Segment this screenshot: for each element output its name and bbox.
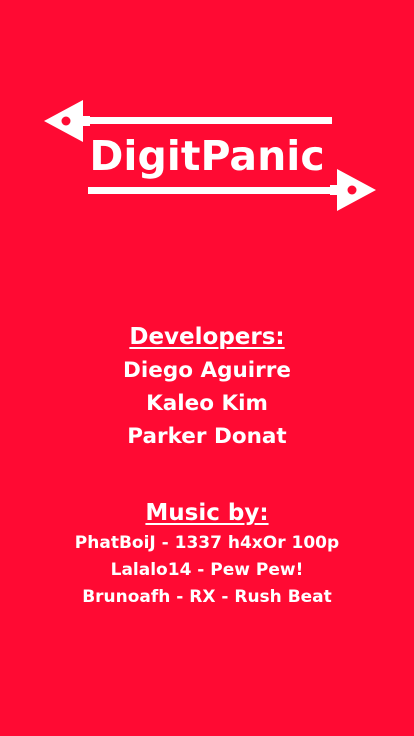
developers-section: Developers: Diego Aguirre Kaleo Kim Park… [0, 321, 414, 453]
left-arrow-dot [61, 116, 71, 126]
right-arrow-dot [347, 185, 357, 195]
logo-arrows [44, 100, 376, 211]
music-heading: Music by: [145, 500, 269, 526]
credits-screen: DigitPanic Developers: Diego Aguirre Kal… [0, 0, 414, 736]
music-section: Music by: PhatBoiJ - 1337 h4xOr 100p Lal… [0, 497, 414, 611]
logo-bottom-bar [88, 187, 338, 194]
game-title: DigitPanic [89, 132, 325, 180]
developer-name: Diego Aguirre [123, 358, 291, 383]
music-track: PhatBoiJ - 1337 h4xOr 100p [74, 533, 340, 553]
developers-heading: Developers: [129, 324, 285, 350]
music-track: Lalalo14 - Pew Pew! [110, 560, 304, 580]
game-logo: DigitPanic [0, 0, 414, 230]
music-track: Brunoafh - RX - Rush Beat [82, 587, 332, 607]
logo-top-bar [86, 117, 332, 124]
developer-name: Kaleo Kim [146, 391, 268, 416]
developer-name: Parker Donat [127, 424, 287, 449]
